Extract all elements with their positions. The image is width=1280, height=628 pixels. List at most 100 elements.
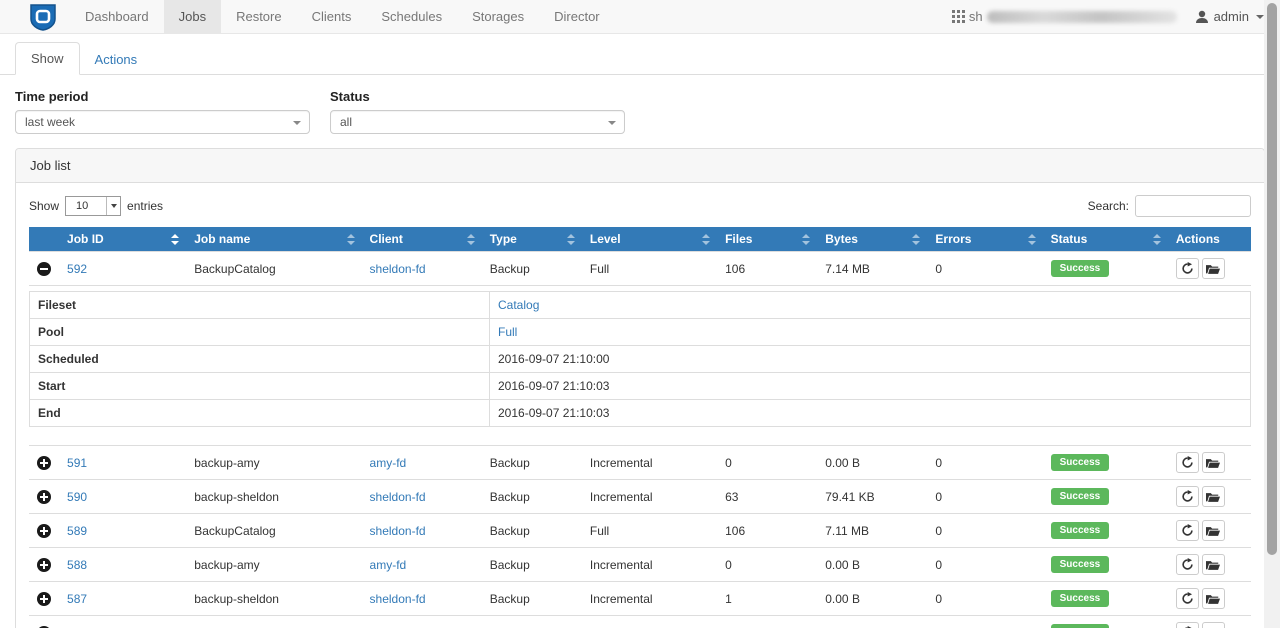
job-name-cell: BackupCatalog (186, 252, 361, 286)
detail-label: Fileset (30, 292, 490, 319)
restore-job-button[interactable] (1202, 554, 1225, 575)
expand-row-icon[interactable] (37, 262, 51, 276)
job-table-body: 592 BackupCatalog sheldon-fd Backup Full… (29, 252, 1251, 628)
level-cell: Full (582, 616, 717, 628)
type-cell: Backup (482, 514, 582, 548)
column-header-bytes[interactable]: Bytes (817, 227, 927, 252)
nav-item-jobs[interactable]: Jobs (164, 0, 221, 33)
job-id-link[interactable]: 590 (67, 490, 87, 504)
rerun-job-button[interactable] (1176, 588, 1199, 609)
client-link[interactable]: amy-fd (370, 558, 407, 572)
grid-icon (952, 10, 965, 23)
rerun-job-button[interactable] (1176, 520, 1199, 541)
repeat-icon (1181, 558, 1194, 571)
column-header-errors[interactable]: Errors (927, 227, 1042, 252)
column-header-job-id[interactable]: Job ID (59, 227, 186, 252)
errors-cell: 0 (927, 446, 1042, 480)
director-selector[interactable]: sh (952, 9, 1177, 24)
page-size-value: 10 (66, 197, 106, 215)
level-cell: Full (582, 252, 717, 286)
detail-label: Pool (30, 319, 490, 346)
nav-item-storages[interactable]: Storages (457, 0, 539, 33)
type-cell: Backup (482, 548, 582, 582)
detail-value-link[interactable]: Full (498, 325, 517, 339)
restore-job-button[interactable] (1202, 486, 1225, 507)
client-link[interactable]: sheldon-fd (370, 262, 426, 276)
column-header-level[interactable]: Level (582, 227, 717, 252)
expand-row-icon[interactable] (37, 592, 51, 606)
client-link[interactable]: amy-fd (370, 456, 407, 470)
time-period-select[interactable]: last week (15, 110, 310, 134)
folder-open-icon (1206, 457, 1220, 469)
column-header-files[interactable]: Files (717, 227, 817, 252)
level-cell: Incremental (582, 548, 717, 582)
restore-job-button[interactable] (1202, 452, 1225, 473)
restore-job-button[interactable] (1202, 588, 1225, 609)
vertical-scrollbar[interactable] (1264, 0, 1280, 628)
nav-item-schedules[interactable]: Schedules (366, 0, 457, 33)
column-header-status[interactable]: Status (1043, 227, 1168, 252)
filters: Time period last week Status all (0, 75, 1280, 134)
rerun-job-button[interactable] (1176, 258, 1199, 279)
errors-cell: 0 (927, 480, 1042, 514)
column-header-actions[interactable]: Actions (1168, 227, 1251, 252)
bytes-cell: 0.00 B (817, 582, 927, 616)
client-link[interactable]: sheldon-fd (370, 490, 426, 504)
type-cell: Backup (482, 480, 582, 514)
column-header-job-name[interactable]: Job name (186, 227, 361, 252)
page-size-select[interactable]: 10 (65, 196, 121, 216)
job-name-cell: BackupCatalog (186, 616, 361, 628)
bytes-cell: 0.00 B (817, 446, 927, 480)
job-id-link[interactable]: 592 (67, 262, 87, 276)
job-name-cell: backup-sheldon (186, 480, 361, 514)
column-header-client[interactable]: Client (362, 227, 482, 252)
job-id-link[interactable]: 589 (67, 524, 87, 538)
detail-value-link[interactable]: Catalog (498, 298, 539, 312)
type-cell: Backup (482, 252, 582, 286)
expand-column-header (29, 227, 59, 252)
level-cell: Incremental (582, 446, 717, 480)
restore-job-button[interactable] (1202, 258, 1225, 279)
table-header-row: Job IDJob nameClientTypeLevelFilesBytesE… (29, 227, 1251, 252)
restore-job-button[interactable] (1202, 520, 1225, 541)
restore-job-button[interactable] (1202, 622, 1225, 628)
detail-value: 2016-09-07 21:10:03 (490, 373, 1251, 400)
expand-row-icon[interactable] (37, 524, 51, 538)
bareos-logo[interactable] (0, 0, 70, 33)
column-header-type[interactable]: Type (482, 227, 582, 252)
rerun-job-button[interactable] (1176, 452, 1199, 473)
tab-actions[interactable]: Actions (80, 44, 153, 75)
tab-show[interactable]: Show (15, 42, 80, 75)
chevron-down-icon (1256, 15, 1264, 19)
type-cell: Backup (482, 616, 582, 628)
detail-value: Catalog (490, 292, 1251, 319)
search-label: Search: (1088, 199, 1129, 213)
sort-icon (347, 234, 355, 245)
redacted-hostname (987, 11, 1177, 23)
job-id-link[interactable]: 591 (67, 456, 87, 470)
rerun-job-button[interactable] (1176, 486, 1199, 507)
scrollbar-thumb[interactable] (1267, 3, 1277, 555)
status-select[interactable]: all (330, 110, 625, 134)
rerun-job-button[interactable] (1176, 622, 1199, 628)
rerun-job-button[interactable] (1176, 554, 1199, 575)
level-cell: Incremental (582, 582, 717, 616)
sort-icon (802, 234, 810, 245)
expand-row-icon[interactable] (37, 490, 51, 504)
table-row: 588 backup-amy amy-fd Backup Incremental… (29, 548, 1251, 582)
user-menu[interactable]: admin (1195, 9, 1264, 24)
nav-item-restore[interactable]: Restore (221, 0, 297, 33)
expand-row-icon[interactable] (37, 456, 51, 470)
job-id-link[interactable]: 587 (67, 592, 87, 606)
nav-item-clients[interactable]: Clients (297, 0, 367, 33)
nav-item-director[interactable]: Director (539, 0, 615, 33)
job-name-cell: backup-sheldon (186, 582, 361, 616)
job-id-link[interactable]: 588 (67, 558, 87, 572)
expanded-detail-row: FilesetCatalogPoolFullScheduled2016-09-0… (29, 286, 1251, 446)
search-input[interactable] (1135, 195, 1251, 217)
nav-item-dashboard[interactable]: Dashboard (70, 0, 164, 33)
files-cell: 0 (717, 446, 817, 480)
client-link[interactable]: sheldon-fd (370, 592, 426, 606)
client-link[interactable]: sheldon-fd (370, 524, 426, 538)
expand-row-icon[interactable] (37, 558, 51, 572)
